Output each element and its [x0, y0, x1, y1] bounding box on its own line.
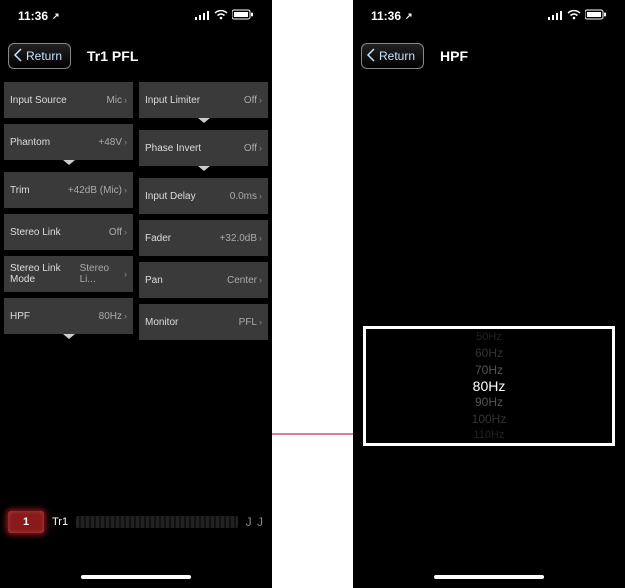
home-indicator[interactable]: [434, 575, 544, 579]
status-time: 11:36: [18, 9, 48, 23]
nav-bar: Return HPF: [353, 36, 625, 76]
chevron-right-icon: ›: [124, 227, 127, 237]
setting-label: Phantom: [10, 137, 50, 148]
setting-row-trim[interactable]: Trim +42dB (Mic)›: [4, 172, 133, 208]
location-arrow-icon: ↗: [405, 11, 413, 22]
picker-item[interactable]: 100Hz: [472, 410, 507, 426]
return-label: Return: [26, 49, 62, 63]
home-indicator[interactable]: [81, 575, 191, 579]
chevron-right-icon: ›: [259, 191, 262, 201]
picker-item[interactable]: 50Hz: [476, 329, 502, 345]
setting-row-fader[interactable]: Fader +32.0dB›: [139, 220, 268, 256]
setting-row-phase-invert[interactable]: Phase Invert Off›: [139, 130, 268, 166]
setting-label: Input Limiter: [145, 95, 200, 106]
status-bar: 11:36 ↗: [0, 0, 272, 32]
picker-item[interactable]: 80Hz: [473, 378, 506, 394]
chevron-right-icon: ›: [259, 275, 262, 285]
setting-row-hpf[interactable]: HPF 80Hz›: [4, 298, 133, 334]
track-strip: 1 Tr1 J J: [0, 508, 272, 536]
expand-indicator-icon[interactable]: [139, 118, 268, 124]
expand-indicator-icon[interactable]: [4, 160, 133, 166]
setting-label: Trim: [10, 185, 30, 196]
setting-row-phantom[interactable]: Phantom +48V›: [4, 124, 133, 160]
settings-col-a: Input Source Mic› Phantom +48V› Trim +42dB (M…: [4, 82, 133, 340]
picker-item[interactable]: 70Hz: [475, 362, 503, 378]
chevron-left-icon: [366, 48, 376, 65]
location-arrow-icon: ↗: [52, 11, 60, 22]
setting-value: Center›: [227, 275, 262, 286]
setting-value: +48V›: [98, 137, 127, 148]
battery-icon: [585, 9, 607, 23]
setting-label: Phase Invert: [145, 143, 201, 154]
chevron-right-icon: ›: [124, 95, 127, 105]
track-number-badge[interactable]: 1: [8, 511, 44, 533]
return-button[interactable]: Return: [8, 43, 71, 69]
nav-bar: Return Tr1 PFL: [0, 36, 272, 76]
setting-value: +42dB (Mic)›: [68, 185, 127, 196]
chevron-right-icon: ›: [124, 137, 127, 147]
setting-row-input-delay[interactable]: Input Delay 0.0ms›: [139, 178, 268, 214]
setting-value: +32.0dB›: [219, 233, 262, 244]
setting-label: Stereo Link Mode: [10, 263, 80, 285]
page-title: Tr1 PFL: [87, 48, 138, 64]
picker-item[interactable]: 60Hz: [475, 345, 503, 361]
return-button[interactable]: Return: [361, 43, 424, 69]
setting-label: Monitor: [145, 317, 178, 328]
settings-col-b: Input Limiter Off› Phase Invert Off› Input D…: [139, 82, 268, 340]
track-nav-icon[interactable]: J J: [246, 515, 264, 529]
setting-row-pan[interactable]: Pan Center›: [139, 262, 268, 298]
settings-columns: Input Source Mic› Phantom +48V› Trim +42dB (M…: [0, 76, 272, 340]
signal-icon: [548, 9, 563, 23]
battery-icon: [232, 9, 254, 23]
setting-value: Stereo Li...›: [80, 263, 127, 285]
setting-value: Mic›: [106, 95, 127, 106]
track-name: Tr1: [52, 516, 68, 528]
chevron-right-icon: ›: [259, 233, 262, 243]
setting-label: Pan: [145, 275, 163, 286]
chevron-left-icon: [13, 48, 23, 65]
return-label: Return: [379, 49, 415, 63]
status-time: 11:36: [371, 9, 401, 23]
signal-icon: [195, 9, 210, 23]
expand-indicator-icon[interactable]: [139, 166, 268, 172]
setting-value: Off›: [109, 227, 127, 238]
phone-left: 11:36 ↗ Return Tr1 PFL Input Source Mic› P…: [0, 0, 272, 588]
hpf-picker[interactable]: 50Hz60Hz70Hz80Hz90Hz100Hz110Hz: [363, 326, 615, 446]
setting-value: 80Hz›: [99, 311, 127, 322]
picker-item[interactable]: 110Hz: [474, 427, 505, 443]
page-title: HPF: [440, 48, 468, 64]
chevron-right-icon: ›: [124, 269, 127, 279]
level-meter: [76, 516, 238, 528]
setting-row-monitor[interactable]: Monitor PFL›: [139, 304, 268, 340]
chevron-right-icon: ›: [259, 143, 262, 153]
chevron-right-icon: ›: [259, 95, 262, 105]
setting-row-input-source[interactable]: Input Source Mic›: [4, 82, 133, 118]
setting-label: Input Source: [10, 95, 67, 106]
wifi-icon: [214, 9, 228, 23]
setting-value: PFL›: [239, 317, 262, 328]
phone-right: 11:36 ↗ Return HPF 50Hz60Hz70Hz80Hz90Hz1…: [353, 0, 625, 588]
setting-value: 0.0ms›: [230, 191, 262, 202]
status-bar: 11:36 ↗: [353, 0, 625, 32]
setting-value: Off›: [244, 143, 262, 154]
setting-row-input-limiter[interactable]: Input Limiter Off›: [139, 82, 268, 118]
picker-item[interactable]: 90Hz: [475, 394, 503, 410]
chevron-right-icon: ›: [259, 317, 262, 327]
setting-value: Off›: [244, 95, 262, 106]
setting-label: Input Delay: [145, 191, 196, 202]
chevron-right-icon: ›: [124, 185, 127, 195]
chevron-right-icon: ›: [124, 311, 127, 321]
setting-label: Fader: [145, 233, 171, 244]
setting-row-stereo-link-mode[interactable]: Stereo Link ModeStereo Li...›: [4, 256, 133, 292]
setting-label: HPF: [10, 311, 30, 322]
setting-row-stereo-link[interactable]: Stereo Link Off›: [4, 214, 133, 250]
setting-label: Stereo Link: [10, 227, 61, 238]
wifi-icon: [567, 9, 581, 23]
expand-indicator-icon[interactable]: [4, 334, 133, 340]
